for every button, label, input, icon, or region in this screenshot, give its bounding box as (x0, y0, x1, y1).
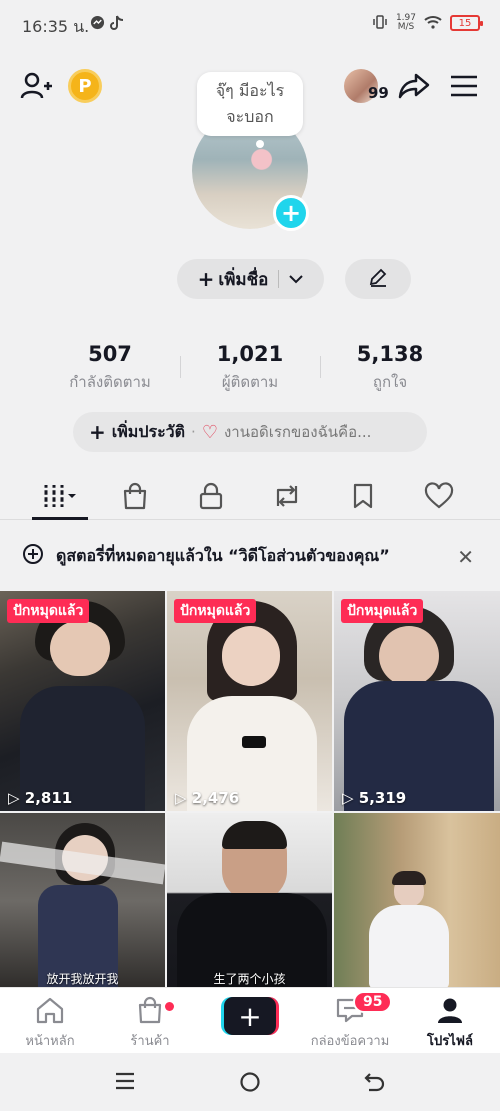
wifi-icon (424, 15, 442, 32)
profile-stats: 507 กำลังติดตาม 1,021 ผู้ติดตาม 5,138 ถู… (0, 342, 500, 398)
plus-icon: + (89, 420, 106, 444)
pencil-icon (368, 267, 388, 291)
private-tab[interactable] (191, 478, 231, 518)
videos-tab[interactable] (40, 478, 80, 518)
battery-icon: 15 (450, 15, 483, 31)
video-thumbnail[interactable]: 放开我放开我 (0, 813, 165, 989)
create-button[interactable]: + (221, 997, 279, 1035)
bottom-nav: หน้าหลัก ร้านค้า + กล่องข้อความ 95 โปรไฟ… (0, 987, 500, 1053)
active-tab-indicator (32, 517, 88, 520)
video-thumbnail[interactable]: ปักหมุดแล้ว ▷ 2,476 (167, 591, 332, 811)
plus-icon: + (224, 997, 276, 1035)
add-avatar-button[interactable]: + (273, 195, 309, 231)
reposts-tab[interactable] (267, 478, 307, 518)
status-bar: 16:35 น. 1.97 M/S 15 (0, 0, 500, 50)
followers-stat[interactable]: 1,021 ผู้ติดตาม (180, 342, 320, 394)
system-nav-bar (0, 1053, 500, 1111)
vibrate-icon (372, 14, 388, 32)
repost-icon (272, 482, 302, 514)
add-name-button[interactable]: + เพิ่มชื่อ (177, 259, 324, 299)
add-bio-button[interactable]: + เพิ่มประวัติ · ♡ งานอดิเรกของฉันคือ... (73, 412, 427, 452)
note-bubble[interactable]: จฺ๊ๆ มีอะไร จะบอก (197, 72, 303, 136)
liked-tab[interactable] (419, 478, 459, 518)
nav-profile[interactable]: โปรไฟล์ (400, 996, 500, 1051)
network-speed: 1.97 M/S (395, 13, 416, 32)
play-icon: ▷ (8, 789, 25, 807)
play-icon: ▷ (342, 789, 359, 807)
shopping-bag-icon (136, 996, 164, 1028)
bookmark-icon (351, 482, 375, 514)
play-icon: ▷ (175, 789, 192, 807)
home-icon (35, 996, 65, 1028)
share-icon[interactable] (396, 70, 432, 102)
heart-icon: ♡ (201, 421, 218, 443)
messenger-icon (90, 15, 105, 34)
video-thumbnail[interactable] (334, 813, 500, 989)
video-thumbnail[interactable]: 生了两个小孩 (167, 813, 332, 989)
note-bubble-tail (256, 140, 266, 150)
inbox-badge: 95 (353, 991, 393, 1013)
shopping-bag-icon (121, 482, 149, 514)
nav-shop[interactable]: ร้านค้า (100, 996, 200, 1051)
notification-dot (165, 1002, 174, 1011)
back-icon[interactable] (364, 1071, 386, 1099)
coin-icon[interactable]: P (68, 69, 102, 103)
following-stat[interactable]: 507 กำลังติดตาม (40, 342, 180, 394)
close-icon[interactable]: ✕ (457, 545, 474, 569)
story-add-icon (22, 543, 44, 569)
grid-icon (40, 482, 80, 514)
video-thumbnail[interactable]: ปักหมุดแล้ว ▷ 2,811 (0, 591, 165, 811)
home-button-icon[interactable] (239, 1071, 261, 1099)
heart-outline-icon (424, 482, 454, 514)
chevron-down-icon[interactable] (289, 269, 304, 289)
add-friend-icon[interactable] (18, 68, 54, 104)
menu-icon[interactable] (448, 72, 480, 100)
edit-profile-button[interactable] (345, 259, 411, 299)
profile-tabs (0, 470, 500, 520)
expired-stories-banner[interactable]: ดูสตอรี่ที่หมดอายุแล้วใน “วิดีโอส่วนตัวข… (0, 531, 500, 581)
friends-count: 99 (368, 84, 389, 102)
shop-tab[interactable] (115, 478, 155, 518)
lock-icon (198, 482, 224, 514)
recent-apps-icon[interactable] (114, 1071, 136, 1097)
video-grid: ปักหมุดแล้ว ▷ 2,811 ปักหมุดแล้ว ▷ 2,476 … (0, 591, 500, 989)
plus-icon: + (197, 267, 215, 291)
video-thumbnail[interactable]: ปักหมุดแล้ว ▷ 5,319 (334, 591, 500, 811)
favorites-tab[interactable] (343, 478, 383, 518)
tiktok-icon (110, 15, 124, 35)
nav-home[interactable]: หน้าหลัก (0, 996, 100, 1051)
likes-stat[interactable]: 5,138 ถูกใจ (320, 342, 460, 394)
status-time: 16:35 น. (22, 17, 90, 36)
profile-icon (436, 996, 464, 1028)
